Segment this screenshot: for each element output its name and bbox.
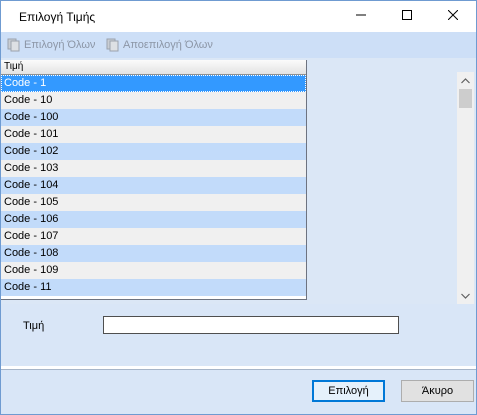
vertical-scrollbar[interactable] xyxy=(457,72,474,304)
copy-icon xyxy=(106,38,120,52)
table-row[interactable]: Code - 106 xyxy=(1,211,306,228)
maximize-button[interactable] xyxy=(384,1,430,32)
table-row[interactable]: Code - 101 xyxy=(1,126,306,143)
value-label: Τιμή xyxy=(23,320,45,332)
table-row[interactable]: Code - 107 xyxy=(1,228,306,245)
value-form: Τιμή xyxy=(1,304,476,366)
table-row[interactable]: Code - 10 xyxy=(1,92,306,109)
grid-rows: Code - 1 Code - 10 Code - 100 Code - 101 Cod… xyxy=(1,75,306,296)
title-bar[interactable]: Επιλογή Τιμής xyxy=(1,1,476,32)
grid-panel: Τιμή Code - 1 Code - 10 Code - 100 Code - 1… xyxy=(1,58,476,304)
table-row[interactable]: Code - 1 xyxy=(1,75,306,92)
copy-icon xyxy=(7,38,21,52)
deselect-all-label: Αποεπιλογή Όλων xyxy=(123,39,213,51)
table-row[interactable]: Code - 109 xyxy=(1,262,306,279)
window-title: Επιλογή Τιμής xyxy=(19,10,96,24)
value-grid[interactable]: Τιμή Code - 1 Code - 10 Code - 100 Code - 1… xyxy=(1,60,307,300)
chevron-up-icon xyxy=(461,75,470,87)
table-row[interactable]: Code - 11 xyxy=(1,279,306,296)
minimize-icon xyxy=(356,10,366,23)
table-row[interactable]: Code - 104 xyxy=(1,177,306,194)
dialog-window: Επιλογή Τιμής Επιλογή Όλων Αποεπιλογή Όλ… xyxy=(0,0,477,415)
close-button[interactable] xyxy=(430,1,476,32)
table-row[interactable]: Code - 103 xyxy=(1,160,306,177)
maximize-icon xyxy=(402,10,412,23)
scroll-up-button[interactable] xyxy=(457,72,474,89)
deselect-all-button[interactable]: Αποεπιλογή Όλων xyxy=(106,36,213,54)
toolbar: Επιλογή Όλων Αποεπιλογή Όλων xyxy=(1,32,476,58)
select-all-label: Επιλογή Όλων xyxy=(24,39,96,51)
ok-button[interactable]: Επιλογή xyxy=(312,380,385,402)
value-input[interactable] xyxy=(103,316,399,334)
select-all-button[interactable]: Επιλογή Όλων xyxy=(7,36,95,54)
table-row[interactable]: Code - 105 xyxy=(1,194,306,211)
scroll-down-button[interactable] xyxy=(457,287,474,304)
column-header-value[interactable]: Τιμή xyxy=(1,60,306,75)
table-row[interactable]: Code - 108 xyxy=(1,245,306,262)
minimize-button[interactable] xyxy=(338,1,384,32)
cancel-button[interactable]: Άκυρο xyxy=(401,380,474,402)
scroll-thumb[interactable] xyxy=(459,89,472,108)
chevron-down-icon xyxy=(461,290,470,302)
table-row[interactable]: Code - 100 xyxy=(1,109,306,126)
table-row[interactable]: Code - 102 xyxy=(1,143,306,160)
close-icon xyxy=(447,9,459,23)
dialog-footer: Επιλογή Άκυρο xyxy=(1,370,476,414)
